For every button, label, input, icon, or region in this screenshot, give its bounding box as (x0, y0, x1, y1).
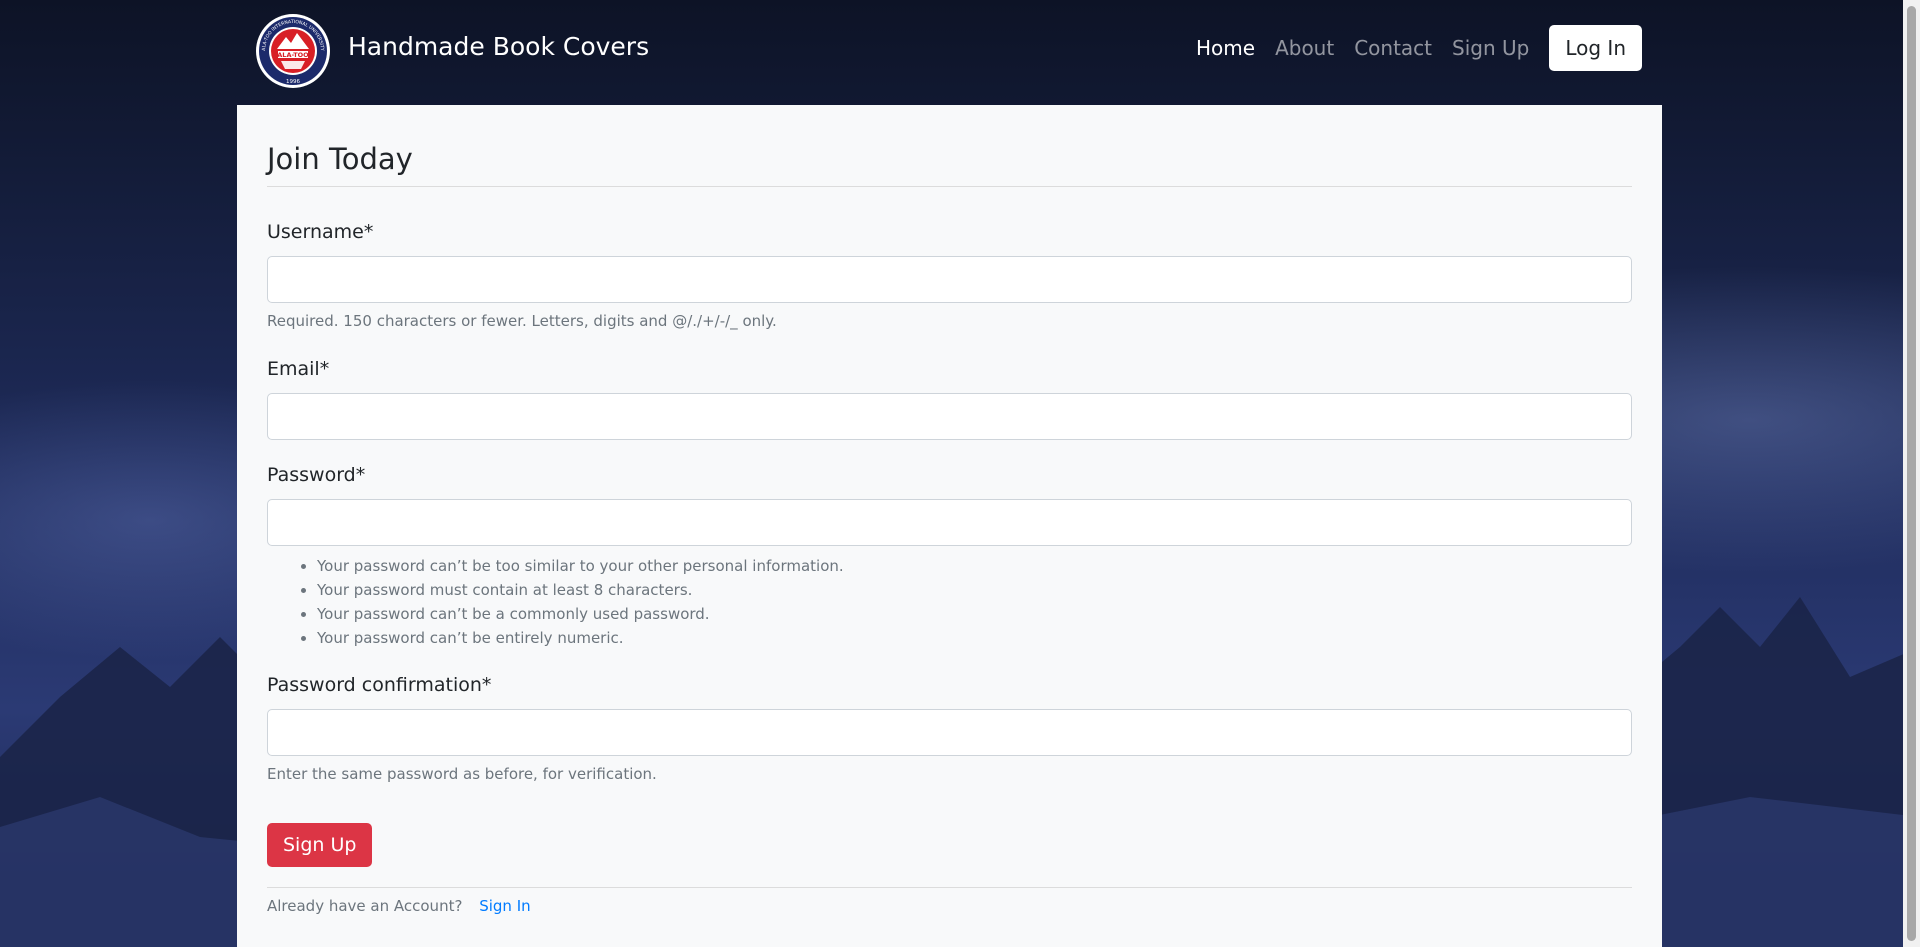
password-help-item: Your password can’t be too similar to yo… (317, 554, 1632, 578)
signup-card: Join Today Username* Required. 150 chara… (237, 105, 1662, 947)
nav-signup-link[interactable]: Sign Up (1442, 36, 1539, 60)
form-title: Join Today (267, 142, 1632, 187)
email-label: Email* (267, 358, 330, 380)
password-confirmation-input[interactable] (267, 709, 1632, 756)
signup-submit-button[interactable]: Sign Up (267, 823, 373, 867)
username-input[interactable] (267, 256, 1632, 303)
login-button[interactable]: Log In (1549, 25, 1642, 71)
signin-prompt: Already have an Account? Sign In (267, 887, 1632, 915)
signup-form: Join Today Username* Required. 150 chara… (267, 105, 1632, 915)
logo-year: 1996 (286, 79, 300, 85)
nav-contact-link[interactable]: Contact (1344, 36, 1442, 60)
password-help-list: Your password can’t be too similar to yo… (267, 554, 1632, 650)
logo-center-text: ALA-TOO (277, 51, 309, 59)
signin-link[interactable]: Sign In (479, 897, 530, 915)
password-help-item: Your password can’t be a commonly used p… (317, 602, 1632, 626)
username-label: Username* (267, 221, 374, 243)
signin-prompt-text: Already have an Account? (267, 897, 463, 915)
vertical-scrollbar[interactable] (1903, 0, 1920, 947)
password-help-item: Your password can’t be entirely numeric. (317, 626, 1632, 650)
password-label: Password* (267, 464, 366, 486)
university-logo[interactable]: ALA-TOO 1996 ALA-TOO INTERNATIONAL UNIVE… (255, 13, 331, 89)
username-help-text: Required. 150 characters or fewer. Lette… (267, 312, 777, 330)
nav-links: Home About Contact Sign Up Log In (1186, 25, 1642, 71)
password-help-item: Your password must contain at least 8 ch… (317, 578, 1632, 602)
nav-about-link[interactable]: About (1265, 36, 1344, 60)
password-confirmation-help-text: Enter the same password as before, for v… (267, 765, 657, 783)
scrollbar-thumb[interactable] (1907, 6, 1916, 941)
email-input[interactable] (267, 393, 1632, 440)
navbar: ALA-TOO 1996 ALA-TOO INTERNATIONAL UNIVE… (237, 0, 1662, 104)
brand-name[interactable]: Handmade Book Covers (348, 32, 649, 61)
nav-home-link[interactable]: Home (1186, 36, 1265, 60)
password-input[interactable] (267, 499, 1632, 546)
password-confirmation-label: Password confirmation* (267, 674, 492, 696)
